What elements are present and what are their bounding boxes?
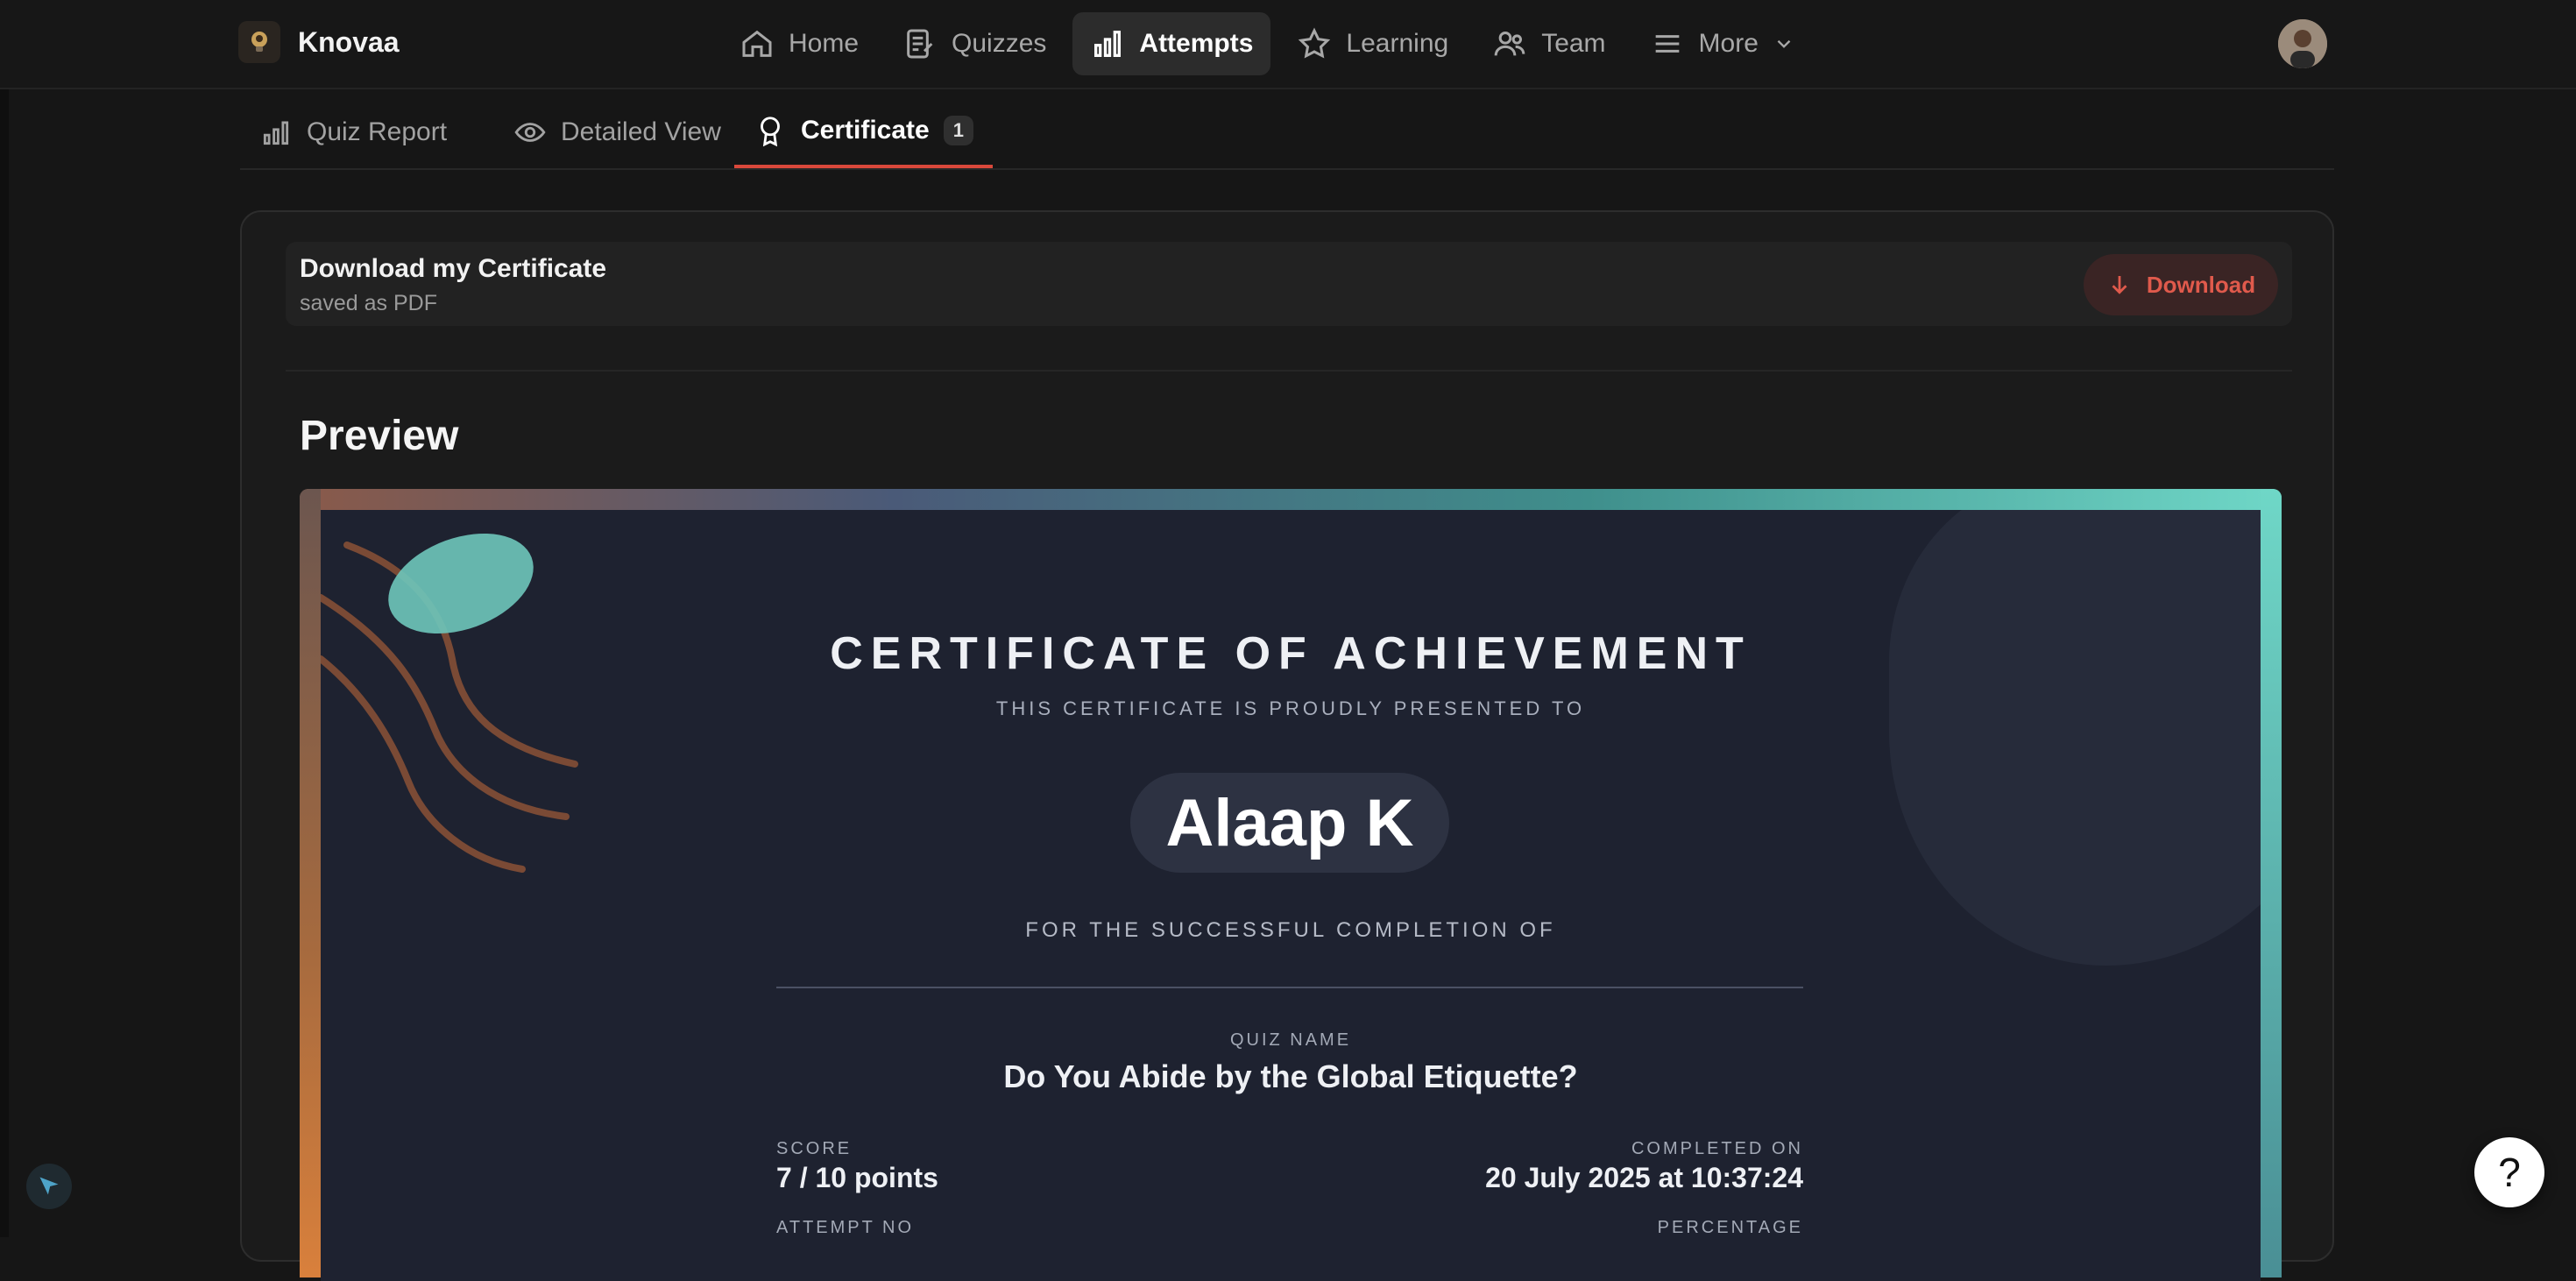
chevron-down-icon [1777, 39, 1791, 48]
nav-attempts-label: Attempts [1139, 29, 1254, 58]
preview-title: Preview [300, 413, 459, 459]
download-subtitle: saved as PDF [300, 291, 438, 315]
tab-certificate-label: Certificate [801, 116, 930, 145]
download-button[interactable]: Download [2084, 254, 2278, 315]
nav-team[interactable]: Team [1475, 12, 1623, 75]
tab-detailed-view-label: Detailed View [561, 117, 721, 146]
bar-chart-icon [263, 121, 289, 145]
report-tabs: Quiz Report Detailed View Certificate 1 [240, 96, 2334, 170]
cursor-icon [39, 1177, 59, 1195]
bar-chart-icon [1094, 31, 1122, 57]
nav-quizzes-label: Quizzes [952, 29, 1047, 58]
certificate-right-border [2261, 489, 2282, 1277]
certificate-heading: CERTIFICATE OF ACHIEVEMENT [830, 628, 1752, 679]
tab-certificate[interactable]: Certificate 1 [734, 96, 993, 168]
nav-attempts[interactable]: Attempts [1072, 12, 1271, 75]
tab-quiz-report[interactable]: Quiz Report [240, 96, 466, 168]
main-nav: Home Quizzes Attempts Learning Team More [722, 12, 1813, 75]
download-button-label: Download [2146, 271, 2256, 298]
top-navbar: Knovaa Home Quizzes Attempts Learning Te… [0, 0, 2576, 89]
award-icon [761, 117, 780, 147]
quizzes-icon [907, 29, 933, 59]
menu-icon [1655, 35, 1679, 53]
certificate-body: CERTIFICATE OF ACHIEVEMENT THIS CERTIFIC… [321, 510, 2261, 1281]
recipient-name: Alaap K [1130, 773, 1449, 873]
team-icon [1494, 32, 1525, 56]
certificate-left-border [300, 489, 321, 1277]
cursor-tool-button[interactable] [26, 1164, 72, 1209]
download-title: Download my Certificate [300, 254, 607, 283]
arrow-down-icon [2112, 276, 2127, 294]
nav-learning-label: Learning [1346, 29, 1449, 58]
tab-quiz-report-label: Quiz Report [307, 117, 448, 146]
nav-quizzes[interactable]: Quizzes [885, 12, 1064, 75]
certificate-count-badge: 1 [943, 116, 973, 145]
quiz-name: Do You Abide by the Global Etiquette? [1003, 1058, 1578, 1094]
help-button[interactable]: ? [2474, 1137, 2544, 1207]
completion-text: FOR THE SUCCESSFUL COMPLETION OF [1025, 918, 1556, 942]
certificate-card: Download my Certificate saved as PDF Dow… [240, 210, 2334, 1281]
decorative-blob [1889, 510, 2261, 966]
percentage-label: PERCENTAGE [1657, 1218, 1803, 1237]
certificate-divider [776, 987, 1803, 988]
nav-team-label: Team [1541, 29, 1606, 58]
score-value: 7 / 10 points [776, 1162, 938, 1193]
nav-learning[interactable]: Learning [1279, 12, 1466, 75]
eye-icon [514, 123, 546, 142]
tab-detailed-view[interactable]: Detailed View [494, 96, 740, 168]
nav-more-label: More [1698, 29, 1759, 58]
download-row: Download my Certificate saved as PDF Dow… [286, 242, 2292, 326]
presented-to-text: THIS CERTIFICATE IS PROUDLY PRESENTED TO [995, 697, 1586, 719]
app-name: Knovaa [298, 25, 400, 58]
home-icon [742, 30, 772, 57]
nav-home[interactable]: Home [722, 12, 876, 75]
completed-on-label: COMPLETED ON [1631, 1139, 1803, 1158]
nav-home-label: Home [789, 29, 860, 58]
star-icon [1299, 27, 1331, 59]
section-divider [286, 370, 2292, 372]
bulb-logo-icon [238, 21, 280, 63]
avatar[interactable] [2278, 19, 2327, 68]
score-label: SCORE [776, 1139, 853, 1158]
certificate-preview: CERTIFICATE OF ACHIEVEMENT THIS CERTIFIC… [300, 489, 2282, 1281]
completed-on-value: 20 July 2025 at 10:37:24 [1485, 1162, 1803, 1193]
window-edge [0, 0, 9, 1237]
attempt-no-label: ATTEMPT NO [776, 1218, 915, 1237]
nav-more[interactable]: More [1632, 12, 1813, 75]
quiz-name-label: QUIZ NAME [1229, 1030, 1352, 1050]
brand[interactable]: Knovaa [238, 21, 400, 63]
